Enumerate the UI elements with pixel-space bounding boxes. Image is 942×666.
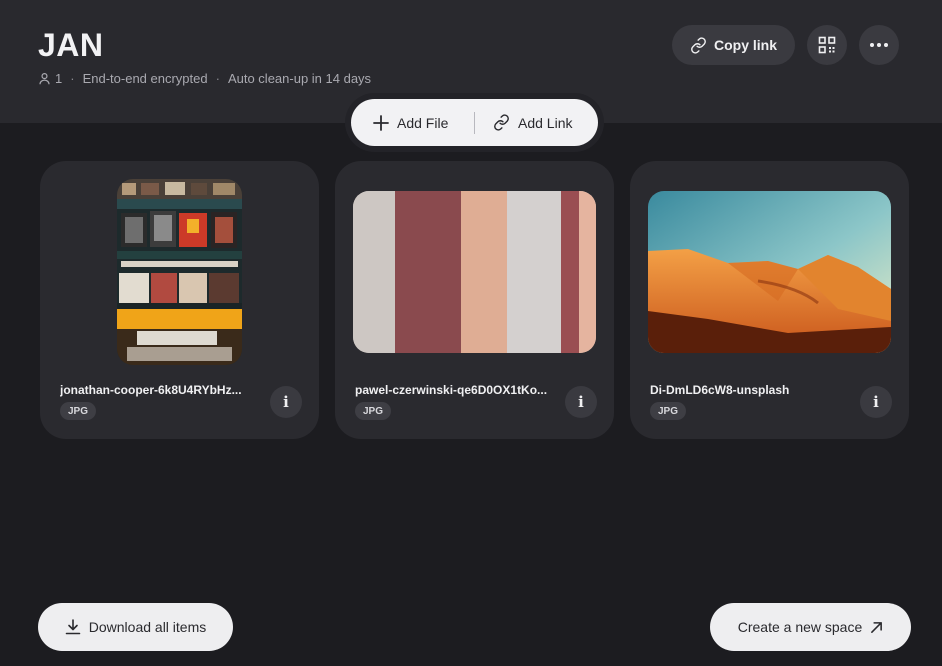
file-card[interactable]: jonathan-cooper-6k8U4RYbHz... JPG i bbox=[40, 161, 319, 439]
file-card[interactable]: pawel-czerwinski-qe6D0OX1tKo... JPG i bbox=[335, 161, 614, 439]
file-thumbnail[interactable] bbox=[117, 179, 242, 365]
arrow-up-right-icon bbox=[871, 621, 883, 633]
more-horizontal-icon bbox=[870, 43, 888, 47]
page-title: JAN bbox=[38, 27, 104, 63]
create-space-label: Create a new space bbox=[737, 619, 863, 635]
info-icon: i bbox=[578, 393, 584, 411]
plus-icon bbox=[373, 114, 389, 131]
create-new-space-button[interactable]: Create a new space bbox=[710, 603, 911, 651]
add-file-label: Add File bbox=[397, 114, 449, 131]
link-icon bbox=[494, 114, 509, 131]
add-content-bar: Add File Add Link bbox=[351, 99, 598, 146]
qr-code-icon bbox=[818, 36, 836, 54]
add-link-button[interactable]: Add Link bbox=[475, 99, 572, 146]
file-name: Di-DmLD6cW8-unsplash bbox=[650, 383, 790, 397]
copy-link-button[interactable]: Copy link bbox=[672, 25, 795, 65]
file-info-button[interactable]: i bbox=[270, 386, 302, 418]
thumbnail-image bbox=[117, 179, 242, 365]
download-icon bbox=[65, 619, 81, 635]
link-icon bbox=[691, 36, 706, 54]
thumbnail-image bbox=[353, 191, 596, 353]
file-thumbnail[interactable] bbox=[353, 191, 596, 353]
file-type-badge: JPG bbox=[60, 402, 97, 420]
more-options-button[interactable] bbox=[859, 25, 899, 65]
file-name: pawel-czerwinski-qe6D0OX1tKo... bbox=[355, 383, 548, 397]
copy-link-label: Copy link bbox=[713, 37, 777, 53]
member-count: 1 bbox=[55, 71, 63, 86]
encryption-status: End-to-end encrypted bbox=[82, 71, 208, 86]
separator-dot: · bbox=[70, 71, 75, 86]
download-all-label: Download all items bbox=[88, 619, 207, 635]
space-meta: 1 · End-to-end encrypted · Auto clean-up… bbox=[38, 71, 371, 86]
file-info-button[interactable]: i bbox=[565, 386, 597, 418]
info-icon: i bbox=[873, 393, 879, 411]
file-name: jonathan-cooper-6k8U4RYbHz... bbox=[60, 383, 242, 397]
user-icon bbox=[39, 73, 50, 85]
file-type-badge: JPG bbox=[650, 402, 687, 420]
thumbnail-image bbox=[648, 191, 891, 353]
file-thumbnail[interactable] bbox=[648, 191, 891, 353]
file-type-badge: JPG bbox=[355, 402, 392, 420]
add-link-label: Add Link bbox=[518, 114, 573, 131]
file-info-button[interactable]: i bbox=[860, 386, 892, 418]
download-all-button[interactable]: Download all items bbox=[38, 603, 233, 651]
file-card[interactable]: Di-DmLD6cW8-unsplash JPG i bbox=[630, 161, 909, 439]
qr-code-button[interactable] bbox=[807, 25, 847, 65]
info-icon: i bbox=[283, 393, 289, 411]
add-file-button[interactable]: Add File bbox=[351, 99, 474, 146]
cleanup-status: Auto clean-up in 14 days bbox=[227, 71, 372, 86]
separator-dot: · bbox=[215, 71, 220, 86]
